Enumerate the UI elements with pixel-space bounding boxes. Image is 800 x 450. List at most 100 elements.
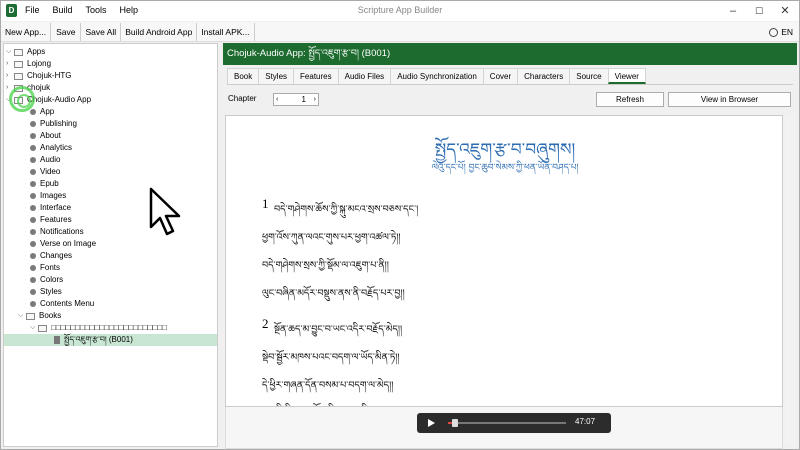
project-tree[interactable]: ⌵ Apps › Lojong › Chojuk-HTG › chojuk ⌵ … (3, 43, 218, 447)
language-label: EN (781, 27, 793, 37)
tree-label: Features (40, 215, 72, 224)
tree-item-video[interactable]: Video (30, 166, 60, 178)
bullet-icon (30, 265, 36, 271)
tree-item-about[interactable]: About (30, 130, 61, 142)
close-button[interactable]: ✕ (772, 3, 798, 19)
tree-label: Images (40, 191, 67, 200)
bullet-icon (30, 145, 36, 151)
bullet-icon (30, 205, 36, 211)
collapse-arrow-icon[interactable]: ⌵ (30, 322, 38, 334)
tab-source[interactable]: Source (569, 68, 609, 84)
bullet-icon (30, 217, 36, 223)
menu-file[interactable]: File (25, 5, 40, 15)
tree-label: Apps (27, 47, 46, 56)
tree-item-publishing[interactable]: Publishing (30, 118, 77, 130)
tree-item-features[interactable]: Features (30, 214, 72, 226)
tab-book[interactable]: Book (227, 68, 260, 84)
verse-line: བདེ་གཤེགས་ཆོས་ཀྱི་སྐུ་མངའ་སྲས་བཅས་དང༌། (274, 204, 419, 215)
collapse-arrow-icon[interactable]: ⌵ (6, 46, 14, 58)
tree-label: Epub (40, 179, 59, 188)
tree-label: Colors (40, 275, 64, 284)
tree-label: Chojuk-Audio App (27, 95, 92, 104)
audio-time: 47:07 (575, 417, 596, 426)
tree-item-fonts[interactable]: Fonts (30, 262, 60, 274)
tree-item-styles[interactable]: Styles (30, 286, 62, 298)
folder-icon (14, 72, 23, 80)
tree-node-app[interactable]: › Chojuk-HTG (6, 70, 71, 82)
tree-node-apps[interactable]: ⌵ Apps (6, 46, 45, 58)
audio-progress-track[interactable] (448, 419, 566, 427)
chapter-label: Chapter (228, 94, 257, 103)
install-apk-button[interactable]: Install APK... (197, 22, 255, 41)
tab-features[interactable]: Features (293, 68, 339, 84)
bullet-icon (30, 241, 36, 247)
chevron-left-icon[interactable]: ‹ (276, 94, 278, 105)
tree-node-app[interactable]: › Lojong (6, 58, 51, 70)
menu-bar: File Build Tools Help (25, 5, 138, 15)
title-bar: D File Build Tools Help Scripture App Bu… (1, 1, 799, 21)
folder-icon (38, 324, 47, 332)
expand-arrow-icon[interactable]: › (6, 70, 14, 82)
tree-node-book-collection[interactable]: ⌵ □□□□□□□□□□□□□□□□□□□□□□□□ (30, 322, 167, 334)
refresh-button[interactable]: Refresh (596, 92, 664, 107)
audio-progress-thumb[interactable] (451, 419, 458, 427)
tab-audio-files[interactable]: Audio Files (337, 68, 392, 84)
tree-item-changes[interactable]: Changes (30, 250, 72, 262)
tab-styles[interactable]: Styles (258, 68, 295, 84)
tab-viewer[interactable]: Viewer (607, 68, 646, 84)
tree-item-epub[interactable]: Epub (30, 178, 59, 190)
maximize-button[interactable]: ☐ (746, 3, 772, 19)
tree-item-verse-on-image[interactable]: Verse on Image (30, 238, 96, 250)
folder-icon (14, 48, 23, 56)
tree-node-selected-book[interactable]: སྤྱོད་འཇུག་རྩ་བ། (B001) (4, 334, 217, 346)
folder-icon (26, 312, 35, 320)
chevron-right-icon[interactable]: › (314, 94, 316, 105)
audio-player[interactable]: 47:07 (417, 413, 611, 433)
language-selector[interactable]: EN (769, 24, 793, 40)
mouse-cursor-icon (149, 187, 181, 236)
bullet-icon (30, 181, 36, 187)
bullet-icon (30, 277, 36, 283)
verse-line: ལུང་བཞིན་མདོར་བསྡུས་ནས་ནི་བརྗོད་པར་བྱ།། (262, 288, 405, 299)
viewer-scrollbar[interactable] (785, 115, 795, 445)
tree-node-books[interactable]: ⌵ Books (18, 310, 61, 322)
expand-arrow-icon[interactable]: › (6, 58, 14, 70)
tree-item-contents-menu[interactable]: Contents Menu (30, 298, 94, 310)
view-in-browser-button[interactable]: View in Browser (668, 92, 791, 107)
tab-cover[interactable]: Cover (482, 68, 519, 84)
tree-label: Audio (40, 155, 61, 164)
tree-label: Analytics (40, 143, 73, 152)
verse-line: སྔོན་ཆད་མ་བྱུང་བ་ཡང་འདིར་བརྗོད་མེད།། (274, 324, 403, 335)
tree-label: Styles (40, 287, 62, 296)
tree-item-notifications[interactable]: Notifications (30, 226, 84, 238)
viewer-controls: Chapter ‹ 1 › Refresh View in Browser (223, 91, 797, 109)
tab-characters[interactable]: Characters (517, 68, 571, 84)
bullet-icon (30, 133, 36, 139)
new-app-button[interactable]: New App... (1, 22, 52, 41)
tree-item-audio[interactable]: Audio (30, 154, 60, 166)
build-android-app-button[interactable]: Build Android App (121, 22, 198, 41)
save-button[interactable]: Save (51, 22, 82, 41)
menu-help[interactable]: Help (120, 5, 139, 15)
tree-item-analytics[interactable]: Analytics (30, 142, 72, 154)
tree-item-images[interactable]: Images (30, 190, 66, 202)
menu-build[interactable]: Build (53, 5, 73, 15)
chapter-spinner[interactable]: ‹ 1 › (273, 93, 319, 106)
tree-label: Fonts (40, 263, 61, 272)
app-logo-icon: D (6, 4, 17, 17)
menu-tools[interactable]: Tools (86, 5, 107, 15)
click-highlight-indicator (9, 86, 35, 112)
book-preview[interactable]: སྤྱོད་འཇུག་རྩ་བ་བཞུགས། ལེའུ་དང་པོ། བྱང་ཆ… (225, 115, 783, 407)
tree-item-interface[interactable]: Interface (30, 202, 71, 214)
verse-line: བདེ་གཤེགས་སྲས་ཀྱི་སྡོམ་ལ་འཇུག་པ་ནི།། (262, 260, 389, 271)
chapter-subtitle: ལེའུ་དང་པོ། བྱང་ཆུབ་སེམས་ཀྱི་ཕན་ཡོན་བཤད་… (431, 163, 579, 173)
minimize-button[interactable]: – (720, 3, 746, 19)
save-all-button[interactable]: Save All (81, 22, 122, 41)
verse-number: 2 (262, 316, 269, 331)
play-icon[interactable] (428, 419, 435, 427)
tab-audio-synchronization[interactable]: Audio Synchronization (390, 68, 484, 84)
collapse-arrow-icon[interactable]: ⌵ (18, 310, 26, 322)
tree-item-colors[interactable]: Colors (30, 274, 63, 286)
tree-item-app[interactable]: App (30, 106, 54, 118)
verse-line: ཕྱག་འོས་ཀུན་ལའང་གུས་པར་ཕྱག་འཚལ་ཏེ།། (262, 232, 401, 243)
